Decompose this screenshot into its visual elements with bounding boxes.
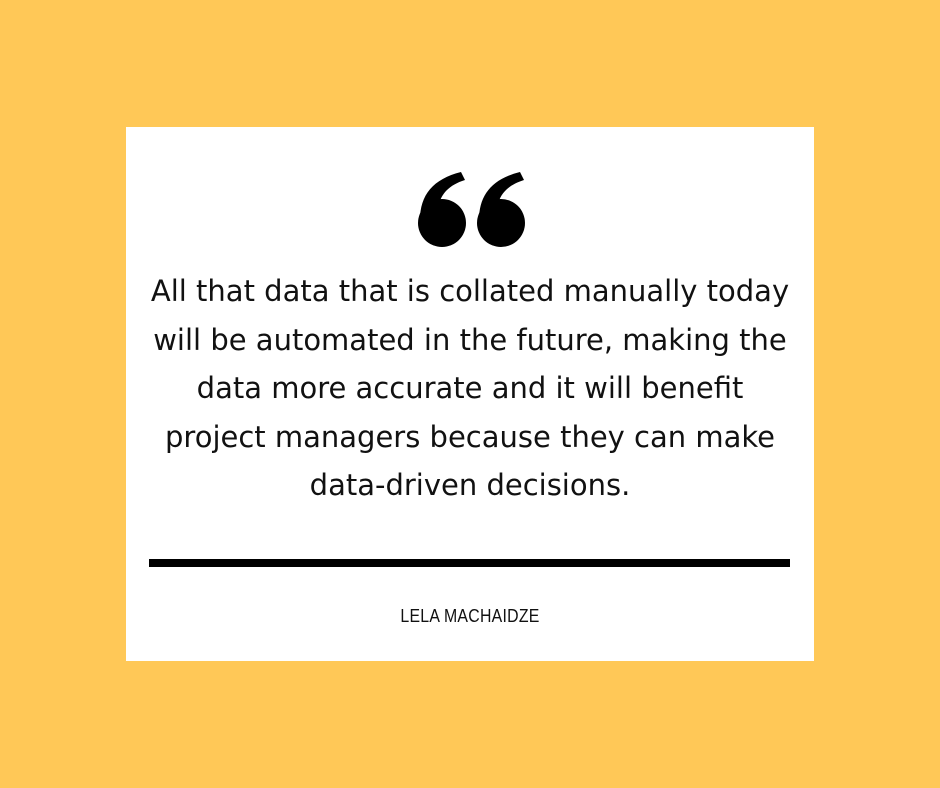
author-name: LELA MACHAIDZE [400,606,540,626]
divider-line [149,559,790,567]
quote-text: All that data that is collated manually … [150,274,790,502]
open-double-quote-icon [416,171,528,249]
